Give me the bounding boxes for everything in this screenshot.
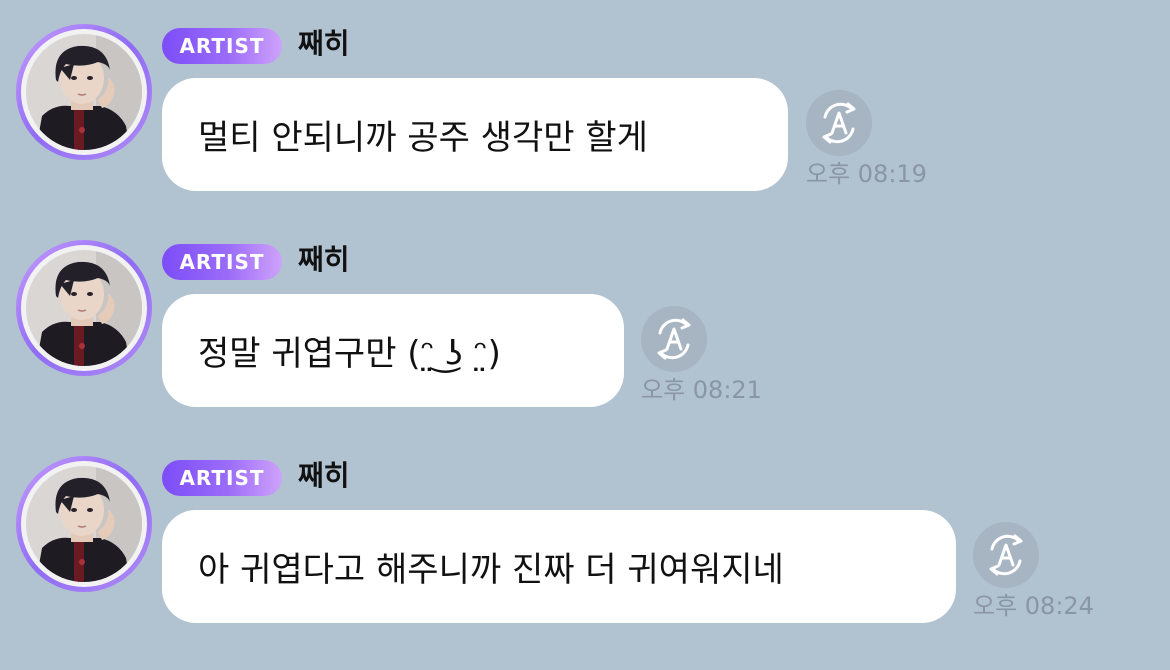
avatar-frame xyxy=(21,29,147,155)
message-text: 멀티 안되니까 공주 생각만 할게 xyxy=(198,118,648,158)
translate-button[interactable] xyxy=(806,90,872,156)
message-row: ARTIST 째히 아 귀엽다고 해주니까 진짜 더 귀여워지네 오후 08:2… xyxy=(0,454,1170,670)
message-bubble[interactable]: 정말 귀엽구만 (ᵔ̤ ͜ʖ ᵔ̤) xyxy=(162,294,624,407)
translate-icon xyxy=(989,534,1023,576)
message-bubble[interactable]: 멀티 안되니까 공주 생각만 할게 xyxy=(162,78,788,191)
message-bubble[interactable]: 아 귀엽다고 해주니까 진짜 더 귀여워지네 xyxy=(162,510,956,623)
artist-badge: ARTIST xyxy=(162,460,282,496)
avatar[interactable] xyxy=(16,456,152,592)
chat-thread: ARTIST 째히 멀티 안되니까 공주 생각만 할게 오후 08:19 ART… xyxy=(0,0,1170,656)
sender-name: 째히 xyxy=(298,27,350,60)
translate-button[interactable] xyxy=(973,522,1039,588)
message-time: 오후 08:24 xyxy=(973,592,1094,620)
avatar[interactable] xyxy=(16,240,152,376)
message-text: 정말 귀엽구만 (ᵔ̤ ͜ʖ ᵔ̤) xyxy=(198,334,501,374)
message-time: 오후 08:19 xyxy=(806,160,927,188)
translate-button[interactable] xyxy=(641,306,707,372)
profile-photo xyxy=(26,250,142,366)
avatar[interactable] xyxy=(16,24,152,160)
message-row: ARTIST 째히 정말 귀엽구만 (ᵔ̤ ͜ʖ ᵔ̤) 오후 08:21 xyxy=(0,238,1170,454)
sender-name: 째히 xyxy=(298,243,350,276)
profile-photo xyxy=(26,466,142,582)
message-row: ARTIST 째히 멀티 안되니까 공주 생각만 할게 오후 08:19 xyxy=(0,22,1170,238)
message-text: 아 귀엽다고 해주니까 진짜 더 귀여워지네 xyxy=(198,550,784,590)
sender-name: 째히 xyxy=(298,459,350,492)
profile-photo xyxy=(26,34,142,150)
avatar-frame xyxy=(21,461,147,587)
translate-icon xyxy=(822,102,856,144)
translate-icon xyxy=(657,318,691,360)
artist-badge: ARTIST xyxy=(162,244,282,280)
artist-badge: ARTIST xyxy=(162,28,282,64)
avatar-frame xyxy=(21,245,147,371)
message-time: 오후 08:21 xyxy=(641,376,762,404)
